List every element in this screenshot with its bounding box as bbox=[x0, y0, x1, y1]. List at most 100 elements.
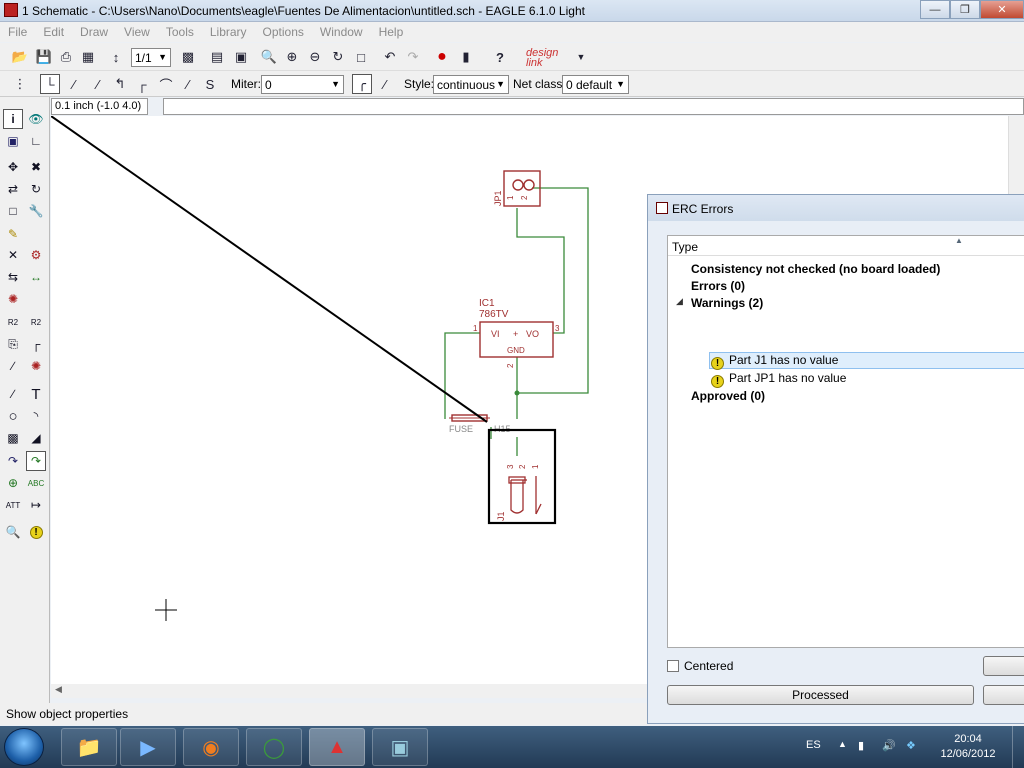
language-indicator[interactable]: ES bbox=[806, 739, 821, 751]
photo-viewer-taskbar-icon[interactable]: ▣ bbox=[372, 728, 428, 766]
circle-icon[interactable]: ○ bbox=[3, 406, 23, 426]
show-desktop-button[interactable] bbox=[1012, 726, 1024, 768]
show-icon[interactable]: 👁 bbox=[26, 109, 46, 129]
save-icon[interactable]: 💾 bbox=[34, 47, 54, 67]
dropbox-icon[interactable]: ❖ bbox=[906, 739, 916, 752]
network-icon[interactable]: ▮ bbox=[858, 739, 864, 752]
gateswap-icon[interactable]: ↔ bbox=[26, 267, 46, 287]
attribute-icon[interactable]: ATT bbox=[3, 495, 23, 515]
erc-row-jp1-warning[interactable]: ! Part JP1 has no value bbox=[711, 371, 846, 388]
open-icon[interactable]: 📂 bbox=[10, 47, 30, 67]
designlink-dropdown-icon[interactable]: ▼ bbox=[571, 47, 591, 67]
bus-icon[interactable]: ↷ bbox=[3, 451, 23, 471]
erc-row-consistency[interactable]: Consistency not checked (no board loaded… bbox=[691, 262, 940, 276]
expand-triangle-icon[interactable]: ◢ bbox=[676, 296, 683, 307]
start-button[interactable] bbox=[4, 728, 44, 766]
erc-action-button-2[interactable] bbox=[983, 685, 1024, 705]
add-icon[interactable]: ⚙ bbox=[26, 245, 46, 265]
erc-tree-list[interactable]: Type ▲ Consistency not checked (no board… bbox=[667, 235, 1024, 648]
menu-draw[interactable]: Draw bbox=[72, 25, 116, 39]
taskbar-clock[interactable]: 20:04 12/06/2012 bbox=[936, 732, 1000, 762]
miter-round-icon[interactable]: ╭ bbox=[352, 74, 372, 94]
erc-row-j1-warning[interactable]: ! Part J1 has no value bbox=[711, 353, 838, 370]
errors-icon[interactable]: ! bbox=[26, 522, 46, 542]
volume-icon[interactable]: 🔊 bbox=[882, 739, 896, 752]
explorer-taskbar-icon[interactable]: 📁 bbox=[61, 728, 117, 766]
rect-icon[interactable]: ▩ bbox=[3, 428, 23, 448]
bend-arc-icon[interactable]: ⌒ bbox=[156, 74, 176, 94]
name-icon[interactable]: R2 bbox=[3, 312, 23, 332]
label-icon[interactable]: ABC bbox=[26, 473, 46, 493]
miter-straight-icon[interactable]: ∕ bbox=[375, 74, 395, 94]
menu-options[interactable]: Options bbox=[255, 25, 312, 39]
help-icon[interactable]: ? bbox=[490, 47, 510, 67]
cam-icon[interactable]: ▦ bbox=[78, 47, 98, 67]
erc-dialog-titlebar[interactable]: ERC Errors bbox=[648, 195, 1024, 221]
junction-icon[interactable]: ⊕ bbox=[3, 473, 23, 493]
close-button[interactable]: ✕ bbox=[980, 0, 1024, 19]
text-icon[interactable]: T bbox=[26, 384, 46, 404]
paste-icon[interactable]: ✎ bbox=[3, 224, 23, 244]
display-icon[interactable]: ▣ bbox=[3, 131, 23, 151]
bend-angle-icon[interactable]: ↰ bbox=[110, 74, 130, 94]
move-icon[interactable]: ✥ bbox=[3, 157, 23, 177]
pinswap-icon[interactable]: ⇆ bbox=[3, 267, 23, 287]
erc-icon[interactable]: 🔍 bbox=[3, 522, 23, 542]
menu-library[interactable]: Library bbox=[202, 25, 255, 39]
go-icon[interactable]: ▮ bbox=[456, 47, 476, 67]
type-column-header[interactable]: Type ▲ bbox=[668, 236, 1024, 256]
menu-tools[interactable]: Tools bbox=[158, 25, 202, 39]
menu-window[interactable]: Window bbox=[312, 25, 371, 39]
replace-icon[interactable]: ✺ bbox=[3, 289, 23, 309]
media-player-taskbar-icon[interactable]: ▶ bbox=[120, 728, 176, 766]
net-icon[interactable]: ↷ bbox=[26, 451, 46, 471]
mirror-icon[interactable]: ⇄ bbox=[3, 179, 23, 199]
info-icon[interactable]: i bbox=[3, 109, 23, 129]
bend-45-icon[interactable]: ∕ bbox=[64, 74, 84, 94]
zoom-select-icon[interactable]: □ bbox=[351, 47, 371, 67]
arc-icon[interactable]: ◝ bbox=[26, 406, 46, 426]
change-icon[interactable]: 🔧 bbox=[26, 201, 46, 221]
command-line-input[interactable] bbox=[163, 98, 1024, 115]
designlink-logo[interactable]: design link bbox=[526, 48, 574, 69]
centered-checkbox[interactable] bbox=[667, 660, 679, 672]
bend-free-icon[interactable]: ∕ bbox=[178, 74, 198, 94]
invoke-icon[interactable]: ✺ bbox=[26, 356, 46, 376]
board-icon[interactable]: ▩ bbox=[178, 47, 198, 67]
bend-straight-icon[interactable]: ∕ bbox=[88, 74, 108, 94]
menu-view[interactable]: View bbox=[116, 25, 158, 39]
zoom-in-icon[interactable]: ⊕ bbox=[282, 47, 302, 67]
delete-icon[interactable]: ✕ bbox=[3, 245, 23, 265]
firefox-taskbar-icon[interactable]: ◉ bbox=[183, 728, 239, 766]
maximize-button[interactable]: ❐ bbox=[950, 0, 980, 19]
rotate-icon[interactable]: ↻ bbox=[26, 179, 46, 199]
horizontal-scrollbar[interactable]: ◀ bbox=[51, 684, 651, 698]
redo-icon[interactable]: ↷ bbox=[403, 47, 423, 67]
netclass-select[interactable]: 0 default ▼ bbox=[562, 75, 629, 94]
menu-edit[interactable]: Edit bbox=[35, 25, 72, 39]
copy-icon[interactable]: ✖ bbox=[26, 157, 46, 177]
polygon-icon[interactable]: ◢ bbox=[26, 428, 46, 448]
minimize-button[interactable]: — bbox=[920, 0, 950, 19]
menu-help[interactable]: Help bbox=[371, 25, 412, 39]
bend-90-icon[interactable]: └ bbox=[40, 74, 60, 94]
mark-icon[interactable]: ∟ bbox=[26, 131, 46, 151]
script-icon[interactable]: ▤ bbox=[207, 47, 227, 67]
wire-icon[interactable]: ∕ bbox=[3, 384, 23, 404]
chrome-taskbar-icon[interactable]: ◯ bbox=[246, 728, 302, 766]
sheet-select[interactable]: 1/1 ▼ bbox=[131, 48, 171, 67]
miter-icon[interactable]: ┌ bbox=[26, 334, 46, 354]
eagle-taskbar-icon[interactable]: ▲ bbox=[309, 728, 365, 766]
grid-icon[interactable]: ⋮ bbox=[10, 74, 30, 94]
centered-checkbox-row[interactable]: Centered bbox=[667, 659, 733, 673]
zoom-out-icon[interactable]: ⊖ bbox=[305, 47, 325, 67]
miter-select[interactable]: 0 ▼ bbox=[261, 75, 344, 94]
processed-button[interactable]: Processed bbox=[667, 685, 974, 705]
show-hidden-icons-icon[interactable]: ▲ bbox=[838, 739, 847, 749]
sheet-icon[interactable]: ↕ bbox=[106, 47, 126, 67]
menu-file[interactable]: File bbox=[0, 25, 35, 39]
zoom-redraw-icon[interactable]: ↻ bbox=[328, 47, 348, 67]
bend-spline-icon[interactable]: S bbox=[200, 74, 220, 94]
erc-row-warnings[interactable]: Warnings (2) bbox=[691, 296, 763, 310]
stop-icon[interactable]: ● bbox=[432, 47, 452, 67]
